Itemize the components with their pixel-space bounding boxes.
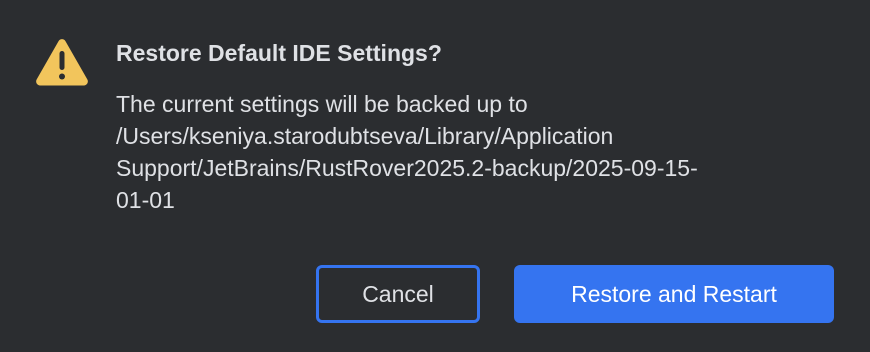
message-line: /Users/kseniya.starodubtseva/Library/App…: [116, 123, 614, 149]
warning-icon: [34, 37, 90, 87]
message-line: 01-01: [116, 187, 175, 213]
dialog-message: The current settings will be backed up t…: [116, 88, 846, 216]
message-line: Support/JetBrains/RustRover2025.2-backup…: [116, 155, 698, 181]
dialog-title: Restore Default IDE Settings?: [116, 40, 442, 66]
message-line: The current settings will be backed up t…: [116, 91, 528, 117]
cancel-button[interactable]: Cancel: [316, 265, 480, 323]
restore-and-restart-button[interactable]: Restore and Restart: [514, 265, 834, 323]
restore-settings-dialog: Restore Default IDE Settings? The curren…: [0, 0, 870, 352]
